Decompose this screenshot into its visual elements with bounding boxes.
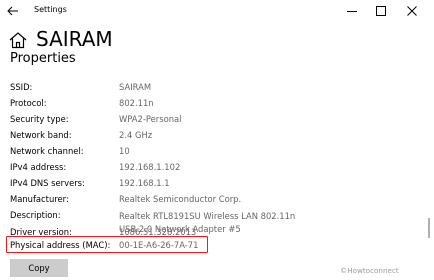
app-title: Settings [34,5,67,14]
settings-window: Settings SAIRAM Properties SSID: SAIRAM … [0,0,434,280]
property-value: 2.4 GHz [119,130,153,140]
property-value: 192.168.1.102 [119,162,181,172]
property-value: Realtek Semiconductor Corp. [119,194,242,204]
property-value: WPA2-Personal [119,114,182,124]
maximize-button[interactable] [366,0,396,22]
title-bar: Settings [0,0,434,24]
mac-highlight-box [6,236,208,253]
home-icon [9,32,27,49]
property-label: IPv4 DNS servers: [10,178,85,188]
back-button[interactable] [2,0,24,22]
scrollbar[interactable] [428,218,430,238]
property-label: SSID: [10,82,33,92]
property-value: SAIRAM [119,82,152,92]
property-value: 10 [119,146,130,156]
watermark: ©Howtoconnect [340,266,399,275]
property-label: Description: [10,210,61,220]
property-label: Network channel: [10,146,84,156]
property-label: Network band: [10,130,72,140]
property-label: Security type: [10,114,69,124]
property-label: Manufacturer: [10,194,69,204]
minimize-button[interactable] [337,0,367,22]
property-label: IPv4 address: [10,162,67,172]
close-icon [407,6,417,16]
close-button[interactable] [397,0,427,22]
minimize-icon [347,11,357,12]
property-value: 802.11n [119,98,154,108]
property-value: 192.168.1.1 [119,178,170,188]
back-arrow-icon [7,6,18,16]
copy-button[interactable]: Copy [10,259,68,277]
property-label: Protocol: [10,98,47,108]
section-title: Properties [10,51,76,66]
maximize-icon [376,6,386,16]
page-title: SAIRAM [36,27,113,51]
